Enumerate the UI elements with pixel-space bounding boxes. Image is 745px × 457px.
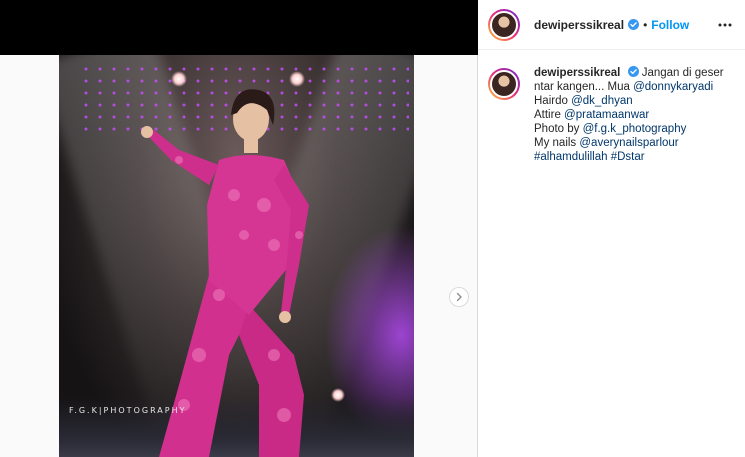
caption-line: Photo by @f.g.k_photography (534, 122, 724, 136)
hashtag-link[interactable]: #Dstar (611, 151, 645, 163)
caption-text-segment: Hairdo (534, 95, 572, 107)
caption-line: #alhamdulillah #Dstar (534, 150, 724, 164)
post-info-pane: dewiperssikreal • Follow dewiperssikreal… (478, 0, 745, 457)
hashtag-link[interactable]: #alhamdulillah (534, 151, 608, 163)
media-pane: F.G.K|PHOTOGRAPHY (0, 0, 478, 457)
mention-link[interactable]: @f.g.k_photography (583, 123, 687, 135)
photo-watermark: F.G.K|PHOTOGRAPHY (69, 406, 187, 415)
post-header: dewiperssikreal • Follow (478, 0, 745, 50)
caption-block: dewiperssikreal Jangan di geser ntar kan… (478, 50, 745, 164)
more-options-icon[interactable] (717, 17, 733, 33)
mention-link[interactable]: @pratamaanwar (564, 109, 649, 121)
caption-text: dewiperssikreal Jangan di geser ntar kan… (534, 66, 724, 164)
caption-text-segment: My nails (534, 137, 580, 149)
next-media-button[interactable] (449, 287, 469, 307)
chevron-right-icon (456, 292, 462, 302)
mention-link[interactable]: @averynailsparlour (579, 137, 678, 149)
username-link[interactable]: dewiperssikreal (534, 18, 624, 32)
follow-button[interactable]: Follow (651, 18, 689, 32)
separator-dot: • (643, 17, 648, 32)
post-photo[interactable]: F.G.K|PHOTOGRAPHY (59, 55, 414, 457)
caption-text-segment: Jangan di geser (641, 67, 724, 79)
performer-figure (141, 89, 309, 457)
mention-link[interactable]: @dk_dhyan (571, 95, 633, 107)
caption-text-segment: Attire (534, 109, 565, 121)
caption-line: My nails @averynailsparlour (534, 136, 724, 150)
caption-line: dewiperssikreal Jangan di geser (534, 66, 724, 80)
top-black-bar (0, 0, 478, 55)
verified-badge-icon (628, 19, 640, 30)
verified-badge-icon (627, 66, 639, 77)
caption-line: ntar kangen... Mua @donnykaryadi (534, 80, 724, 94)
avatar[interactable] (488, 8, 520, 41)
caption-text-segment: Photo by (534, 123, 583, 135)
caption-line: Hairdo @dk_dhyan (534, 94, 724, 108)
mention-link[interactable]: @donnykaryadi (633, 81, 713, 93)
caption-text-segment: ntar kangen... Mua (534, 81, 634, 93)
caption-username-link[interactable]: dewiperssikreal (534, 67, 620, 79)
avatar[interactable] (488, 68, 520, 100)
caption-line: Attire @pratamaanwar (534, 108, 724, 122)
